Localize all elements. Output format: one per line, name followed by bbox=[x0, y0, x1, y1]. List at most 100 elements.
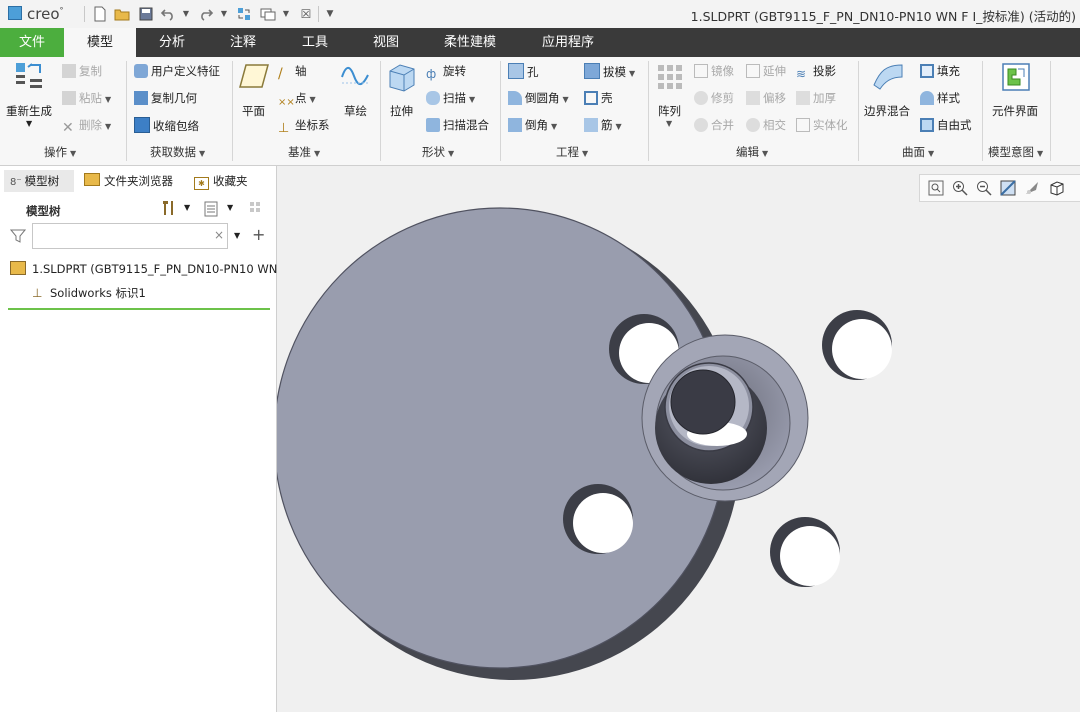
extrude-button[interactable]: 拉伸 bbox=[390, 103, 413, 119]
undo-icon[interactable] bbox=[160, 6, 176, 22]
filter-dropdown-icon[interactable]: ▼ bbox=[234, 231, 240, 240]
settings-icon[interactable] bbox=[160, 199, 178, 217]
group-label-model-intent[interactable]: 模型意图 ▼ bbox=[988, 144, 1043, 160]
revolve-label: 旋转 bbox=[443, 64, 466, 78]
shell-button[interactable]: 壳 bbox=[584, 90, 613, 106]
plane-icon bbox=[239, 64, 269, 88]
extend-icon bbox=[746, 64, 760, 78]
delete-dropdown-icon[interactable]: ▼ bbox=[105, 122, 111, 131]
draft-button[interactable]: 拔模 ▼ bbox=[584, 63, 635, 80]
tab-annotate[interactable]: 注释 bbox=[208, 28, 278, 57]
regenerate-icon[interactable] bbox=[236, 6, 252, 22]
paste-button[interactable]: 粘贴 ▼ bbox=[62, 90, 111, 106]
revolve-button[interactable]: ф 旋转 bbox=[426, 63, 466, 81]
tab-analysis[interactable]: 分析 bbox=[138, 28, 206, 57]
windows-icon[interactable] bbox=[260, 6, 276, 22]
sweep-dropdown-icon[interactable]: ▼ bbox=[469, 95, 475, 104]
delete-icon: ✕ bbox=[62, 120, 74, 136]
redo-icon[interactable] bbox=[198, 6, 214, 22]
extend-button[interactable]: 延伸 bbox=[746, 63, 786, 79]
new-icon[interactable] bbox=[92, 6, 108, 22]
show-dropdown-icon[interactable]: ▼ bbox=[227, 203, 233, 212]
tab-file[interactable]: 文件 bbox=[0, 28, 64, 57]
clear-filter-icon[interactable]: × bbox=[214, 228, 224, 242]
regenerate-button[interactable]: 重新生成 bbox=[6, 103, 52, 119]
settings-dropdown-icon[interactable]: ▼ bbox=[184, 203, 190, 212]
flange-model[interactable] bbox=[277, 166, 1080, 712]
merge-button[interactable]: 合并 bbox=[694, 117, 734, 133]
sketch-button[interactable]: 草绘 bbox=[344, 103, 367, 119]
windows-dropdown-icon[interactable]: ▼ bbox=[278, 6, 294, 22]
project-button[interactable]: ≋ 投影 bbox=[796, 63, 836, 81]
add-icon[interactable]: + bbox=[252, 225, 265, 244]
tab-applications[interactable]: 应用程序 bbox=[522, 28, 614, 57]
copy-button[interactable]: 复制 bbox=[62, 63, 102, 79]
boundary-blend-button[interactable]: 边界混合 bbox=[864, 103, 910, 119]
hole-button[interactable]: 孔 bbox=[508, 63, 539, 80]
point-dropdown-icon[interactable]: ▼ bbox=[310, 95, 316, 104]
pattern-button[interactable]: 阵列 bbox=[658, 103, 681, 119]
axis-button[interactable]: / 轴 bbox=[278, 63, 307, 81]
round-dropdown-icon[interactable]: ▼ bbox=[563, 95, 569, 104]
tree-item-part[interactable]: 1.SLDPRT (GBT9115_F_PN_DN10-PN10 WN bbox=[10, 261, 277, 276]
sweep-button[interactable]: 扫描 ▼ bbox=[426, 90, 475, 106]
tab-tools[interactable]: 工具 bbox=[280, 28, 350, 57]
round-button[interactable]: 倒圆角 ▼ bbox=[508, 90, 569, 106]
tab-flexible-modeling[interactable]: 柔性建模 bbox=[424, 28, 516, 57]
undo-dropdown-icon[interactable]: ▼ bbox=[178, 6, 194, 22]
tab-favorites[interactable]: ✱ 收藏夹 bbox=[190, 170, 260, 192]
point-label: 点 bbox=[295, 91, 307, 105]
show-icon[interactable] bbox=[204, 201, 218, 217]
group-label-operations[interactable]: 操作 ▼ bbox=[44, 144, 76, 160]
tree-columns-icon[interactable] bbox=[248, 200, 266, 218]
solidify-button[interactable]: 实体化 bbox=[796, 117, 848, 133]
component-interface-button[interactable]: 元件界面 bbox=[992, 103, 1038, 119]
freestyle-button[interactable]: 自由式 bbox=[920, 117, 972, 133]
chamfer-button[interactable]: 倒角 ▼ bbox=[508, 117, 557, 133]
fill-button[interactable]: 填充 bbox=[920, 63, 960, 79]
search-input[interactable] bbox=[32, 223, 228, 249]
group-label-datum[interactable]: 基准 ▼ bbox=[288, 144, 320, 160]
intersect-button[interactable]: 相交 bbox=[746, 117, 786, 133]
insert-here-indicator bbox=[8, 308, 270, 310]
chamfer-dropdown-icon[interactable]: ▼ bbox=[551, 122, 557, 131]
group-label-shapes-text: 形状 bbox=[422, 145, 445, 159]
csys-button[interactable]: ⊥ 坐标系 bbox=[278, 117, 330, 136]
point-button[interactable]: ××点 ▼ bbox=[278, 90, 316, 110]
draft-dropdown-icon[interactable]: ▼ bbox=[629, 69, 635, 78]
tab-model[interactable]: 模型 bbox=[64, 28, 136, 57]
close-icon[interactable]: ☒ bbox=[298, 6, 314, 22]
tab-folder-browser[interactable]: 文件夹浏览器 bbox=[80, 170, 180, 192]
shrinkwrap-button[interactable]: 收缩包络 bbox=[134, 117, 199, 134]
pattern-dropdown-icon[interactable]: ▼ bbox=[666, 119, 672, 128]
swept-blend-button[interactable]: 扫描混合 bbox=[426, 117, 489, 133]
group-label-get-data[interactable]: 获取数据 ▼ bbox=[150, 144, 205, 160]
delete-button[interactable]: ✕ 删除 ▼ bbox=[62, 117, 111, 135]
rib-dropdown-icon[interactable]: ▼ bbox=[616, 122, 622, 131]
rib-button[interactable]: 筋 ▼ bbox=[584, 117, 622, 133]
graphics-window[interactable] bbox=[277, 166, 1080, 712]
copy-geometry-button[interactable]: 复制几何 bbox=[134, 90, 197, 106]
group-label-surfaces[interactable]: 曲面 ▼ bbox=[902, 144, 934, 160]
customize-icon[interactable]: ▼ bbox=[322, 6, 338, 22]
trim-button[interactable]: 修剪 bbox=[694, 90, 734, 106]
group-label-editing[interactable]: 编辑 ▼ bbox=[736, 144, 768, 160]
group-label-engineering[interactable]: 工程 ▼ bbox=[556, 144, 588, 160]
chevron-down-icon: ▼ bbox=[1037, 149, 1044, 158]
save-icon[interactable] bbox=[138, 6, 154, 22]
tab-view[interactable]: 视图 bbox=[352, 28, 420, 57]
offset-button[interactable]: 偏移 bbox=[746, 90, 786, 106]
tab-model-tree[interactable]: 8⁻ 模型树 bbox=[4, 170, 74, 192]
tree-item-csys[interactable]: ⊥ Solidworks 标识1 bbox=[32, 285, 146, 301]
style-button[interactable]: 样式 bbox=[920, 90, 960, 106]
creo-logo-mark: ° bbox=[59, 6, 64, 15]
plane-button[interactable]: 平面 bbox=[242, 103, 265, 119]
redo-dropdown-icon[interactable]: ▼ bbox=[216, 6, 232, 22]
thicken-button[interactable]: 加厚 bbox=[796, 90, 836, 106]
mirror-button[interactable]: 镜像 bbox=[694, 63, 734, 79]
paste-dropdown-icon[interactable]: ▼ bbox=[105, 95, 111, 104]
open-icon[interactable] bbox=[114, 6, 130, 22]
udf-button[interactable]: 用户定义特征 bbox=[134, 63, 220, 79]
regenerate-dropdown-icon[interactable]: ▼ bbox=[26, 119, 32, 128]
group-label-shapes[interactable]: 形状 ▼ bbox=[422, 144, 454, 160]
